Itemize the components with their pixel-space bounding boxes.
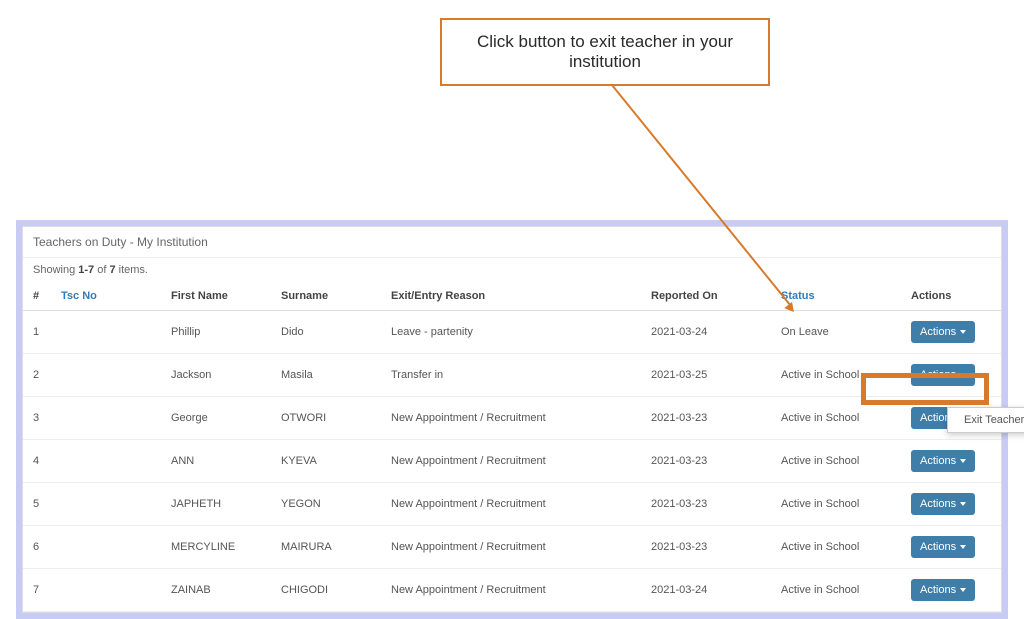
table-row: 4 ANN KYEVA New Appointment / Recruitmen… <box>23 440 1001 483</box>
cell-status: Active in School <box>771 440 901 483</box>
caret-down-icon <box>960 373 966 377</box>
cell-tsc <box>51 354 161 397</box>
actions-button-label: Actions <box>920 455 956 467</box>
cell-reason: New Appointment / Recruitment <box>381 397 641 440</box>
cell-reason: New Appointment / Recruitment <box>381 569 641 612</box>
cell-num: 3 <box>23 397 51 440</box>
cell-status: Active in School <box>771 354 901 397</box>
caret-down-icon <box>960 588 966 592</box>
actions-button-label: Actions <box>920 326 956 338</box>
summary-prefix: Showing <box>33 264 78 276</box>
col-reported[interactable]: Reported On <box>641 282 771 311</box>
cell-surname: Dido <box>271 311 381 354</box>
caret-down-icon <box>960 545 966 549</box>
cell-reason: New Appointment / Recruitment <box>381 440 641 483</box>
actions-button-label: Actions <box>920 584 956 596</box>
cell-first-name: Jackson <box>161 354 271 397</box>
summary-mid: of <box>94 264 109 276</box>
actions-button-label: Actions <box>920 369 956 381</box>
exit-teacher-item[interactable]: Exit Teacher <box>948 408 1024 432</box>
cell-reported: 2021-03-23 <box>641 397 771 440</box>
panel-title: Teachers on Duty - My Institution <box>23 227 1001 258</box>
cell-reported: 2021-03-24 <box>641 569 771 612</box>
table-row: 3 George OTWORI New Appointment / Recrui… <box>23 397 1001 440</box>
table-row: 5 JAPHETH YEGON New Appointment / Recrui… <box>23 483 1001 526</box>
cell-surname: CHIGODI <box>271 569 381 612</box>
cell-tsc <box>51 526 161 569</box>
cell-first-name: ANN <box>161 440 271 483</box>
cell-tsc <box>51 483 161 526</box>
cell-reported: 2021-03-25 <box>641 354 771 397</box>
cell-num: 5 <box>23 483 51 526</box>
col-tsc[interactable]: Tsc No <box>51 282 161 311</box>
actions-button[interactable]: Actions <box>911 579 975 601</box>
teachers-table: # Tsc No First Name Surname Exit/Entry R… <box>23 282 1001 612</box>
table-row: 7 ZAINAB CHIGODI New Appointment / Recru… <box>23 569 1001 612</box>
annotation-text: Click button to exit teacher in your ins… <box>477 32 733 71</box>
cell-num: 1 <box>23 311 51 354</box>
summary-suffix: items. <box>116 264 148 276</box>
actions-button[interactable]: Actions <box>911 364 975 386</box>
cell-num: 7 <box>23 569 51 612</box>
content-frame: Teachers on Duty - My Institution Showin… <box>16 220 1008 619</box>
cell-tsc <box>51 440 161 483</box>
cell-reported: 2021-03-24 <box>641 311 771 354</box>
actions-button-label: Actions <box>920 541 956 553</box>
cell-status: Active in School <box>771 526 901 569</box>
cell-first-name: ZAINAB <box>161 569 271 612</box>
cell-surname: KYEVA <box>271 440 381 483</box>
cell-first-name: George <box>161 397 271 440</box>
results-summary: Showing 1-7 of 7 items. <box>23 258 1001 282</box>
cell-num: 2 <box>23 354 51 397</box>
cell-tsc <box>51 397 161 440</box>
col-actions: Actions <box>901 282 1001 311</box>
cell-first-name: MERCYLINE <box>161 526 271 569</box>
cell-num: 4 <box>23 440 51 483</box>
cell-tsc <box>51 311 161 354</box>
cell-surname: YEGON <box>271 483 381 526</box>
summary-range: 1-7 <box>78 264 94 276</box>
cell-first-name: JAPHETH <box>161 483 271 526</box>
cell-num: 6 <box>23 526 51 569</box>
actions-button[interactable]: Actions <box>911 493 975 515</box>
cell-reason: Leave - partenity <box>381 311 641 354</box>
table-row: 1 Phillip Dido Leave - partenity 2021-03… <box>23 311 1001 354</box>
cell-reason: Transfer in <box>381 354 641 397</box>
actions-button[interactable]: Actions <box>911 450 975 472</box>
teachers-panel: Teachers on Duty - My Institution Showin… <box>22 226 1002 613</box>
annotation-callout: Click button to exit teacher in your ins… <box>440 18 770 86</box>
actions-button-label: Actions <box>920 498 956 510</box>
cell-reported: 2021-03-23 <box>641 440 771 483</box>
col-first-name[interactable]: First Name <box>161 282 271 311</box>
cell-reported: 2021-03-23 <box>641 526 771 569</box>
table-row: 6 MERCYLINE MAIRURA New Appointment / Re… <box>23 526 1001 569</box>
table-row: 2 Jackson Masila Transfer in 2021-03-25 … <box>23 354 1001 397</box>
cell-surname: MAIRURA <box>271 526 381 569</box>
cell-reason: New Appointment / Recruitment <box>381 483 641 526</box>
col-surname[interactable]: Surname <box>271 282 381 311</box>
cell-tsc <box>51 569 161 612</box>
caret-down-icon <box>960 502 966 506</box>
cell-status: Active in School <box>771 397 901 440</box>
col-reason[interactable]: Exit/Entry Reason <box>381 282 641 311</box>
actions-button[interactable]: Actions <box>911 321 975 343</box>
cell-surname: Masila <box>271 354 381 397</box>
actions-dropdown: Exit Teacher <box>947 407 1024 433</box>
cell-status: Active in School <box>771 483 901 526</box>
cell-reason: New Appointment / Recruitment <box>381 526 641 569</box>
actions-button[interactable]: Actions <box>911 536 975 558</box>
cell-first-name: Phillip <box>161 311 271 354</box>
cell-reported: 2021-03-23 <box>641 483 771 526</box>
col-num[interactable]: # <box>23 282 51 311</box>
cell-status: On Leave <box>771 311 901 354</box>
caret-down-icon <box>960 459 966 463</box>
caret-down-icon <box>960 330 966 334</box>
cell-status: Active in School <box>771 569 901 612</box>
cell-surname: OTWORI <box>271 397 381 440</box>
